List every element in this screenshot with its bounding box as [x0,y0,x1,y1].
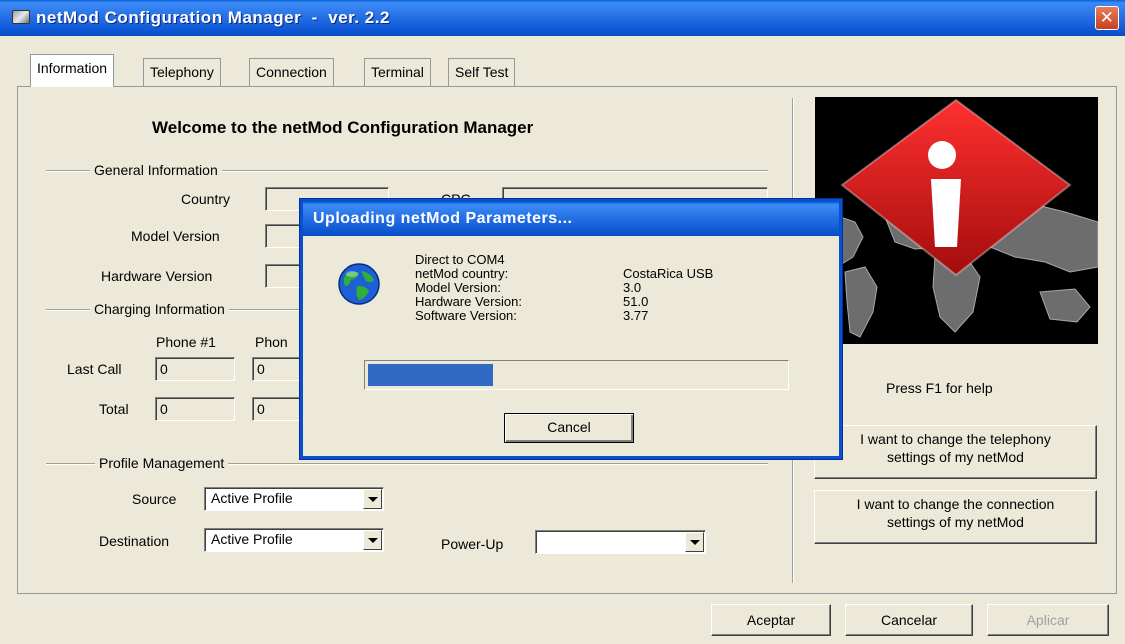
general-info-heading: General Information [90,162,222,178]
tab-telephony-label: Telephony [150,64,214,80]
change-connection-line1: I want to change the connection [856,496,1055,512]
accept-button[interactable]: Aceptar [711,604,831,636]
dialog-hardware-label: Hardware Version: [415,294,522,309]
destination-label: Destination [99,533,170,549]
tab-information[interactable]: Information [30,54,115,87]
dialog-model-value: 3.0 [623,280,642,295]
country-label: Country [181,191,231,207]
destination-select[interactable]: Active Profile [204,528,384,552]
last-call-label: Last Call [67,361,122,377]
welcome-heading: Welcome to the netMod Configuration Mana… [152,118,534,137]
change-connection-line2: settings of my netMod [887,514,1024,530]
change-telephony-line1: I want to change the telephony [860,431,1051,447]
hardware-version-label: Hardware Version [101,268,213,284]
total-label: Total [99,401,129,417]
netmod-logo [815,97,1098,344]
dropdown-arrow-icon[interactable] [363,489,382,509]
dropdown-arrow-icon[interactable] [685,532,704,552]
dropdown-arrow-icon[interactable] [363,530,382,550]
phone2-label: Phon [255,334,288,350]
change-connection-button[interactable]: I want to change the connection settings… [814,490,1097,544]
window-title: netMod Configuration Manager - ver. 2.2 [36,8,390,27]
app-icon [12,10,30,24]
tab-self-test[interactable]: Self Test [448,58,516,86]
tab-terminal[interactable]: Terminal [364,58,431,86]
tab-information-label: Information [37,60,108,76]
source-label: Source [132,491,177,507]
tab-connection-label: Connection [256,64,327,80]
tab-self-test-label: Self Test [455,64,509,80]
phone1-label: Phone #1 [156,334,216,350]
upload-progress-fill [368,364,493,386]
charging-info-heading: Charging Information [90,301,229,317]
dialog-connection: Direct to COM4 [415,252,505,267]
model-version-label: Model Version [131,228,220,244]
change-telephony-line2: settings of my netMod [887,449,1024,465]
close-button[interactable]: ✕ [1095,6,1119,30]
destination-value: Active Profile [211,531,293,547]
last-call-phone1-field[interactable]: 0 [155,357,235,381]
dialog-hardware-value: 51.0 [623,294,649,309]
apply-button[interactable]: Aplicar [987,604,1109,636]
dialog-software-value: 3.77 [623,308,649,323]
upload-progress-bar [364,360,789,390]
tab-terminal-label: Terminal [371,64,424,80]
dialog-cancel-button[interactable]: Cancel [504,413,634,443]
netmod-logo-graphic [815,98,1098,338]
dialog-country-value: CostaRica USB [623,266,714,281]
close-icon: ✕ [1099,8,1115,27]
source-value: Active Profile [211,490,293,506]
total-phone1-field[interactable]: 0 [155,397,235,421]
window-titlebar[interactable]: netMod Configuration Manager - ver. 2.2 … [0,0,1125,36]
change-telephony-button[interactable]: I want to change the telephony settings … [814,425,1097,479]
dialog-title[interactable]: Uploading netMod Parameters... [303,202,839,236]
dialog-country-label: netMod country: [415,266,509,281]
cancel-button[interactable]: Cancelar [845,604,973,636]
dialog-model-label: Model Version: [415,280,501,295]
profile-heading: Profile Management [95,455,229,471]
powerup-select[interactable] [535,530,706,554]
globe-icon [338,263,380,305]
source-select[interactable]: Active Profile [204,487,384,511]
upload-dialog: Uploading netMod Parameters... Direct to… [300,199,842,459]
tab-connection[interactable]: Connection [249,58,334,86]
dialog-software-label: Software Version: [415,308,517,323]
tab-telephony[interactable]: Telephony [143,58,221,86]
powerup-label: Power-Up [441,536,504,552]
help-hint: Press F1 for help [886,380,993,396]
